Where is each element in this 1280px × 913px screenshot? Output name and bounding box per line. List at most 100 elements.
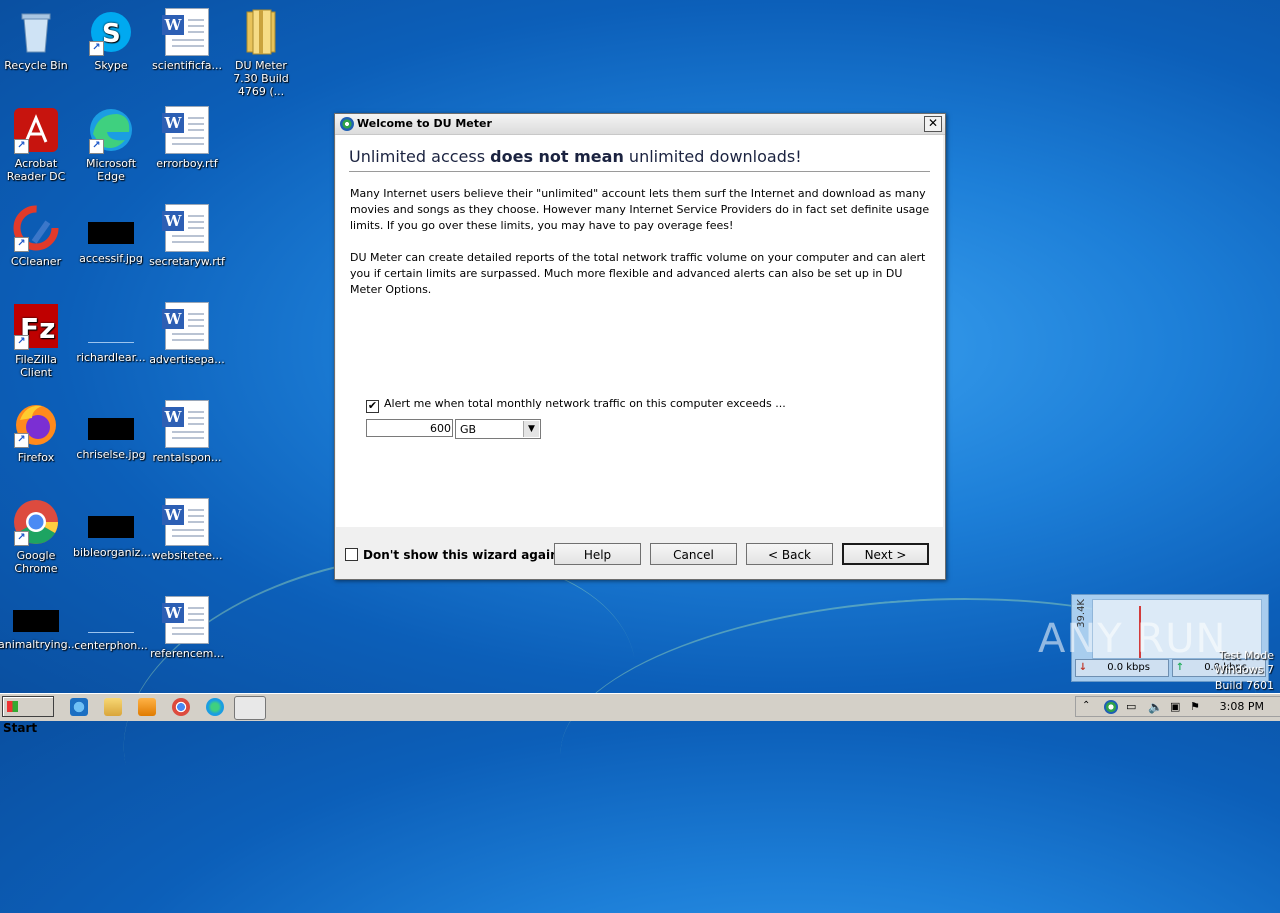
- desktop-icon-centerphon[interactable]: centerphon...: [73, 598, 149, 652]
- desktop-icon-label: advertisepa...: [149, 353, 225, 366]
- desktop-icon-label: Microsoft Edge: [85, 157, 137, 183]
- desktop-icon-label: secretaryw.rtf: [149, 255, 225, 268]
- windows-version-text: Windows 7: [1214, 663, 1274, 676]
- desktop-icon-label: Skype: [94, 59, 128, 72]
- monitor-icon[interactable]: ▣: [1170, 700, 1184, 714]
- shortcut-arrow-icon: ↗: [14, 531, 29, 546]
- close-button[interactable]: ✕: [924, 116, 942, 132]
- desktop-icon-label: rentalspon...: [152, 451, 222, 464]
- alert-checkbox-label: Alert me when total monthly network traf…: [384, 397, 786, 410]
- desktop-icon-filezilla[interactable]: Fz ↗ FileZilla Client: [0, 296, 74, 379]
- taskbar-clock[interactable]: 3:08 PM: [1220, 700, 1264, 713]
- desktop-icon-chrome[interactable]: ↗ Google Chrome: [0, 492, 74, 575]
- next-button[interactable]: Next >: [842, 543, 929, 565]
- internet-explorer-icon[interactable]: [70, 698, 88, 716]
- desktop-icon-recycle-bin[interactable]: Recycle Bin: [0, 2, 74, 72]
- acrobat-icon: ↗: [12, 106, 60, 154]
- du-meter-app-icon: [340, 117, 354, 131]
- firefox-icon: ↗: [12, 400, 60, 448]
- word-document-icon: W: [162, 596, 211, 644]
- system-tray: ⌃ ▭ 🔈 ▣ ⚑ 3:08 PM: [1075, 696, 1280, 717]
- desktop-icon-skype[interactable]: S ↗ Skype: [73, 2, 149, 72]
- upload-arrow-icon: ↑: [1175, 662, 1185, 673]
- dialog-heading: Unlimited access does not mean unlimited…: [349, 147, 802, 166]
- heading-text: Unlimited access: [349, 147, 491, 166]
- desktop-icon-secretaryw[interactable]: W secretaryw.rtf: [149, 198, 225, 268]
- desktop-icon-label: scientificfa...: [151, 59, 223, 72]
- alert-checkbox[interactable]: ✔: [366, 400, 379, 413]
- chrome-icon: ↗: [12, 498, 60, 546]
- media-player-icon[interactable]: [138, 698, 156, 716]
- volume-icon[interactable]: 🔈: [1148, 700, 1163, 714]
- du-meter-taskbar-icon[interactable]: [234, 696, 266, 720]
- filezilla-icon: Fz ↗: [12, 302, 60, 350]
- windows-flag-icon: [7, 701, 18, 712]
- chrome-taskbar-icon[interactable]: [172, 698, 190, 716]
- dont-show-label: Don't show this wizard again: [363, 548, 559, 562]
- heading-text-end: unlimited downloads!: [623, 147, 802, 166]
- word-document-icon: W: [162, 400, 211, 448]
- word-document-icon: W: [162, 106, 211, 154]
- flag-icon[interactable]: ⚑: [1190, 700, 1204, 714]
- desktop-icon-chriselse[interactable]: chriselse.jpg: [73, 394, 149, 461]
- help-button[interactable]: Help: [554, 543, 641, 565]
- skype-icon: S ↗: [87, 8, 135, 56]
- desktop-icon-rentalspon[interactable]: W rentalspon...: [149, 394, 225, 464]
- desktop-icon-firefox[interactable]: ↗ Firefox: [0, 394, 74, 464]
- desktop-icon-ccleaner[interactable]: ↗ CCleaner: [0, 198, 74, 268]
- dont-show-checkbox[interactable]: [345, 548, 358, 561]
- image-thumbnail: [88, 610, 134, 633]
- desktop-icon-label: DU Meter 7.30 Build 4769 (...: [233, 59, 289, 98]
- desktop-icon-advertisepa[interactable]: W advertisepa...: [149, 296, 225, 366]
- anyrun-watermark: ANY RUN: [1038, 616, 1227, 662]
- shortcut-arrow-icon: ↗: [14, 433, 29, 448]
- edge-icon: ↗: [87, 106, 135, 154]
- dialog-titlebar[interactable]: Welcome to DU Meter ✕: [335, 114, 945, 135]
- shortcut-arrow-icon: ↗: [89, 139, 104, 154]
- recycle-bin-icon: [12, 8, 60, 56]
- start-button[interactable]: Start: [2, 696, 54, 735]
- desktop-icon-richardlear[interactable]: richardlear...: [73, 296, 149, 364]
- network-icon[interactable]: ▭: [1126, 700, 1140, 714]
- desktop-icon-errorboy[interactable]: W errorboy.rtf: [149, 100, 225, 170]
- shortcut-arrow-icon: ↗: [14, 237, 29, 252]
- download-rate: 0.0 kbps: [1107, 662, 1150, 673]
- cancel-button[interactable]: Cancel: [650, 543, 737, 565]
- desktop-icon-label: FileZilla Client: [15, 353, 57, 379]
- alert-checkbox-row[interactable]: ✔ Alert me when total monthly network tra…: [366, 397, 786, 413]
- desktop-icon-referencem[interactable]: W referencem...: [149, 590, 225, 660]
- chevron-up-icon[interactable]: ⌃: [1082, 700, 1096, 714]
- traffic-limit-input[interactable]: 600: [366, 419, 453, 437]
- desktop-icon-label: chriselse.jpg: [76, 448, 146, 461]
- desktop-icon-label: referencem...: [150, 647, 224, 660]
- dialog-title: Welcome to DU Meter: [357, 117, 492, 130]
- traffic-unit-select[interactable]: GB ▼: [455, 419, 541, 439]
- desktop-icon-websitetee[interactable]: W websitetee...: [149, 492, 225, 562]
- intro-paragraph: Many Internet users believe their "unlim…: [350, 187, 930, 232]
- desktop-icon-bibleorganiz[interactable]: bibleorganiz...: [73, 492, 151, 559]
- desktop-icon-scientificfa[interactable]: W scientificfa...: [149, 2, 225, 72]
- chevron-down-icon[interactable]: ▼: [523, 421, 539, 437]
- desktop-icon-label: accessif.jpg: [79, 252, 143, 265]
- du-meter-welcome-dialog: Welcome to DU Meter ✕ Unlimited access d…: [334, 113, 946, 580]
- desktop-icon-du-meter-installer[interactable]: DU Meter 7.30 Build 4769 (...: [223, 2, 299, 98]
- image-thumbnail: [13, 610, 59, 632]
- desktop-icon-edge[interactable]: ↗ Microsoft Edge: [73, 100, 149, 183]
- heading-divider: [349, 171, 930, 172]
- dont-show-checkbox-row[interactable]: Don't show this wizard again: [345, 548, 559, 562]
- desktop-icon-label: CCleaner: [10, 255, 62, 268]
- desktop-icon-animaltrying[interactable]: animaltrying...: [0, 598, 79, 651]
- desktop-icon-accessif[interactable]: accessif.jpg: [73, 198, 149, 265]
- image-thumbnail: [88, 222, 134, 244]
- edge-taskbar-icon[interactable]: [206, 698, 224, 716]
- back-button[interactable]: < Back: [746, 543, 833, 565]
- desktop-icon-acrobat[interactable]: ↗ Acrobat Reader DC: [0, 100, 74, 183]
- desktop-icon-label: centerphon...: [74, 639, 148, 652]
- image-thumbnail: [88, 516, 134, 538]
- desktop-icon-label: animaltrying...: [0, 638, 79, 651]
- image-thumbnail: [88, 320, 134, 343]
- desktop-icon-label: bibleorganiz...: [73, 546, 151, 559]
- du-meter-tray-icon[interactable]: [1104, 700, 1118, 714]
- desktop-icon-label: Acrobat Reader DC: [6, 157, 66, 183]
- file-explorer-icon[interactable]: [104, 698, 122, 716]
